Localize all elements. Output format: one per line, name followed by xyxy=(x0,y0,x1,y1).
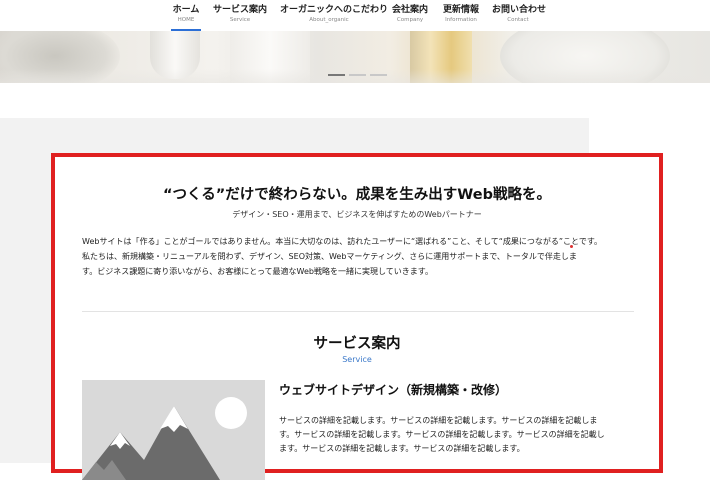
nav-item-home[interactable]: ホーム HOME xyxy=(171,5,201,31)
slider-dot-1[interactable] xyxy=(328,74,345,76)
cursor-dot xyxy=(570,245,573,248)
service-card-line: ます。サービスの詳細を記載します。サービスの詳細を記載します。 xyxy=(279,444,525,453)
nav-item-contact[interactable]: お問い合わせ Contact xyxy=(492,5,547,31)
service-card-line: サービスの詳細を記載します。サービスの詳細を記載します。サービスの詳細を記載しま xyxy=(279,416,598,425)
slider-dot-3[interactable] xyxy=(370,74,387,76)
section-divider xyxy=(82,311,634,312)
lead-body: Webサイトは「作る」ことがゴールではありません。本当に大切なのは、訪れたユーザ… xyxy=(82,234,642,279)
services-subheading: Service xyxy=(342,355,372,364)
service-card-title: ウェブサイトデザイン（新規構築・改修） xyxy=(279,383,508,397)
nav-item-sublabel: Information xyxy=(445,17,477,23)
nav-item-sublabel: Company xyxy=(396,17,424,23)
global-nav: ホーム HOME サービス案内 Service オーガニックへのこだわり Abo… xyxy=(0,0,710,31)
lead-paragraph: Webサイトは「作る」ことがゴールではありません。本当に大切なのは、訪れたユーザ… xyxy=(82,237,603,246)
lead-paragraph: 私たちは、新規構築・リニューアルを問わず、デザイン、SEO対策、Webマーケティ… xyxy=(82,252,577,261)
services-heading: サービス案内 xyxy=(313,336,401,352)
hero-fade xyxy=(0,69,710,83)
nav-item-service[interactable]: サービス案内 Service xyxy=(213,5,267,31)
nav-item-label: 更新情報 xyxy=(442,5,479,15)
nav-item-information[interactable]: 更新情報 Information xyxy=(441,5,481,31)
nav-item-label: サービス案内 xyxy=(213,5,268,15)
service-card-line: す。サービスの詳細を記載します。サービスの詳細を記載します。サービスの詳細を記載… xyxy=(279,430,605,439)
lead-title: “つくる”だけで終わらない。成果を生み出すWeb戦略を。 xyxy=(163,187,551,203)
lead-subtitle: デザイン・SEO・運用まで、ビジネスを伸ばすためのWebパートナー xyxy=(232,210,482,219)
lead-paragraph: す。ビジネス課題に寄り添いながら、お客様にとって最適なWeb戦略を一緒に実現して… xyxy=(82,267,433,276)
slider-dot-2[interactable] xyxy=(349,74,366,76)
nav-item-company[interactable]: 会社案内 Company xyxy=(390,5,430,31)
image-placeholder-icon xyxy=(82,380,265,480)
nav-item-sublabel: Contact xyxy=(507,17,529,23)
nav-item-label: ホーム xyxy=(172,5,200,15)
nav-item-sublabel: About_organic xyxy=(309,17,349,23)
nav-item-label: オーガニックへのこだわり xyxy=(280,5,389,15)
nav-item-sublabel: Service xyxy=(229,17,251,23)
nav-item-label: 会社案内 xyxy=(391,5,428,15)
nav-item-sublabel: HOME xyxy=(177,17,195,23)
service-card-text: サービスの詳細を記載します。サービスの詳細を記載します。サービスの詳細を記載しま… xyxy=(279,414,644,456)
nav-item-about-organic[interactable]: オーガニックへのこだわり About_organic xyxy=(280,5,389,31)
mountain-sun-icon xyxy=(82,380,265,480)
highlight-frame: “つくる”だけで終わらない。成果を生み出すWeb戦略を。 デザイン・SEO・運用… xyxy=(51,153,663,480)
nav-item-label: お問い合わせ xyxy=(492,5,547,15)
